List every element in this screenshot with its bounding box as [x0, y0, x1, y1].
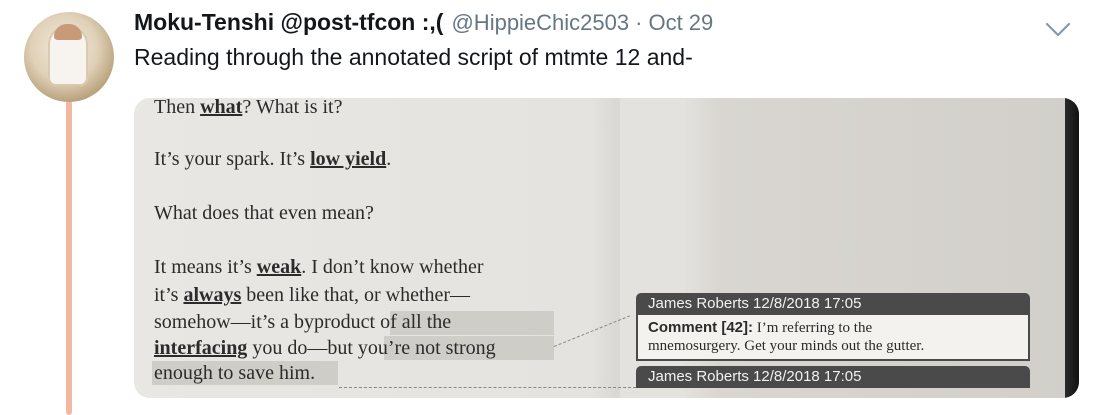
comment-connector	[339, 387, 636, 388]
thread-line	[66, 100, 72, 415]
tweet-header: Moku-Tenshi @post-tfcon :,( @HippieChic2…	[134, 9, 713, 39]
chevron-down-icon[interactable]	[1043, 14, 1073, 44]
script-line: It means it’s weak. I don’t know whether	[154, 256, 484, 278]
tweet-date[interactable]: Oct 29	[648, 10, 713, 36]
tweet-media-image[interactable]: Then what? What is it? It’s your spark. …	[134, 98, 1079, 398]
page-edge	[1065, 98, 1079, 398]
comment-label: Comment [42]:	[648, 319, 754, 336]
comment-author: James Roberts 12/8/2018 17:05	[636, 293, 1030, 315]
separator-dot: ·	[635, 10, 643, 35]
user-handle[interactable]: @HippieChic2503	[451, 10, 629, 36]
comment-author: James Roberts 12/8/2018 17:05	[636, 366, 1030, 388]
script-line: What does that even mean?	[154, 202, 374, 224]
comment-box: James Roberts 12/8/2018 17:05	[636, 366, 1030, 388]
script-line: interfacing you do—but you’re not strong	[154, 337, 496, 359]
script-line: It’s your spark. It’s low yield.	[154, 148, 392, 170]
script-line: enough to save him.	[154, 362, 316, 384]
comment-text: mnemosurgery. Get your minds out the gut…	[648, 338, 925, 354]
comment-text: I’m referring to the	[753, 320, 873, 336]
comment-box: James Roberts 12/8/2018 17:05 Comment [4…	[636, 293, 1030, 361]
display-name[interactable]: Moku-Tenshi @post-tfcon :,(	[134, 9, 443, 36]
comment-body: Comment [42]: I’m referring to the mnemo…	[636, 315, 1030, 361]
script-line: somehow—it’s a byproduct of all the	[154, 311, 452, 333]
tweet-text: Reading through the annotated script of …	[134, 44, 693, 70]
avatar-hair	[54, 24, 82, 40]
avatar[interactable]	[24, 12, 114, 102]
script-line: Then what? What is it?	[154, 98, 343, 118]
script-line: it’s always been like that, or whether—	[154, 284, 471, 306]
